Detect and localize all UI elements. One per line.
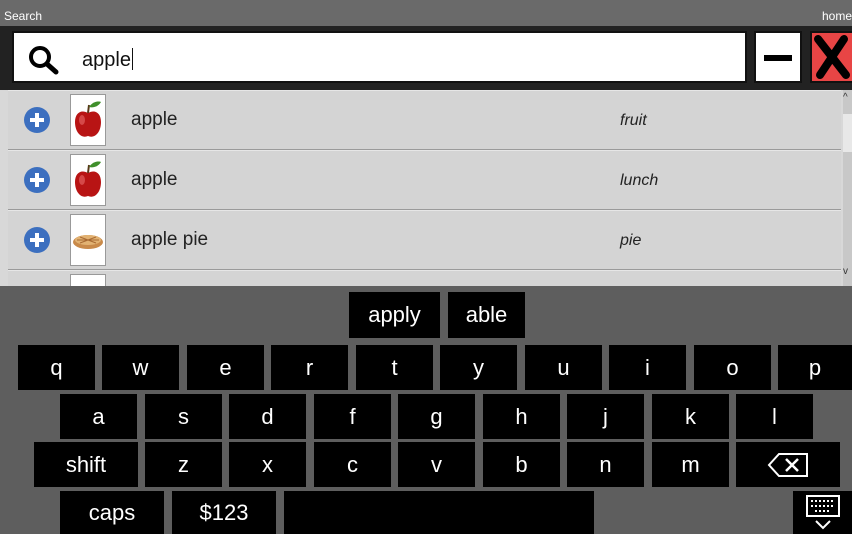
backspace-icon: [767, 452, 808, 477]
key-h[interactable]: h: [483, 394, 560, 439]
scroll-up-icon[interactable]: ^: [843, 92, 848, 103]
add-icon[interactable]: [24, 167, 50, 193]
scrollbar[interactable]: ^ v: [843, 90, 852, 286]
shift-key[interactable]: shift: [34, 442, 138, 487]
add-icon[interactable]: [24, 227, 50, 253]
apple-image: [70, 154, 106, 206]
key-p[interactable]: p: [778, 345, 852, 390]
symbols-key[interactable]: $123: [172, 491, 276, 534]
search-icon: [29, 46, 59, 75]
minus-icon: [764, 55, 792, 61]
list-item[interactable]: apple lunch: [8, 150, 841, 210]
key-v[interactable]: v: [398, 442, 475, 487]
key-c[interactable]: c: [314, 442, 391, 487]
key-s[interactable]: s: [145, 394, 222, 439]
hide-keyboard-button[interactable]: [793, 491, 852, 534]
key-t[interactable]: t: [356, 345, 433, 390]
search-bar: apple: [0, 26, 852, 90]
home-link[interactable]: home: [822, 9, 852, 23]
item-name: apple: [131, 169, 178, 190]
space-key[interactable]: [284, 491, 594, 534]
scrollbar-thumb[interactable]: [843, 114, 852, 152]
key-g[interactable]: g: [398, 394, 475, 439]
key-z[interactable]: z: [145, 442, 222, 487]
apple-pie-image: [70, 214, 106, 266]
key-w[interactable]: w: [102, 345, 179, 390]
item-category: lunch: [620, 172, 659, 189]
caps-key[interactable]: caps: [60, 491, 164, 534]
key-f[interactable]: f: [314, 394, 391, 439]
add-icon[interactable]: [24, 107, 50, 133]
key-e[interactable]: e: [187, 345, 264, 390]
title-bar: Search home: [0, 0, 852, 26]
window-title: Search: [4, 9, 43, 23]
close-icon: [814, 35, 850, 79]
list-item[interactable]: apple fruit: [8, 90, 841, 150]
search-text: apple: [82, 48, 133, 71]
key-k[interactable]: k: [652, 394, 729, 439]
list-item[interactable]: [8, 270, 841, 286]
scroll-down-icon[interactable]: v: [843, 266, 848, 277]
key-q[interactable]: q: [18, 345, 95, 390]
key-l[interactable]: l: [736, 394, 813, 439]
key-i[interactable]: i: [609, 345, 686, 390]
close-button[interactable]: [810, 31, 852, 83]
key-u[interactable]: u: [525, 345, 602, 390]
key-o[interactable]: o: [694, 345, 771, 390]
item-category: pie: [620, 232, 642, 249]
key-n[interactable]: n: [567, 442, 644, 487]
key-m[interactable]: m: [652, 442, 729, 487]
list-item[interactable]: apple pie pie: [8, 210, 841, 270]
backspace-key[interactable]: [736, 442, 840, 487]
item-image: [70, 274, 106, 286]
item-name: apple: [131, 109, 178, 130]
suggestion-able[interactable]: able: [448, 292, 525, 338]
item-name: apple pie: [131, 229, 209, 250]
suggestion-apply[interactable]: apply: [349, 292, 440, 338]
key-x[interactable]: x: [229, 442, 306, 487]
key-r[interactable]: r: [271, 345, 348, 390]
search-input[interactable]: apple: [12, 31, 747, 83]
apple-image: [70, 94, 106, 146]
key-j[interactable]: j: [567, 394, 644, 439]
on-screen-keyboard: apply able q w e r t y u i o p a s d f g…: [0, 286, 852, 534]
text-caret: [131, 48, 133, 70]
key-b[interactable]: b: [483, 442, 560, 487]
clear-button[interactable]: [754, 31, 802, 83]
item-category: fruit: [620, 112, 647, 129]
results-list: apple fruit apple lunch apple pie pie: [0, 90, 852, 286]
key-y[interactable]: y: [440, 345, 517, 390]
key-a[interactable]: a: [60, 394, 137, 439]
key-d[interactable]: d: [229, 394, 306, 439]
keyboard-hide-icon: [805, 494, 840, 529]
